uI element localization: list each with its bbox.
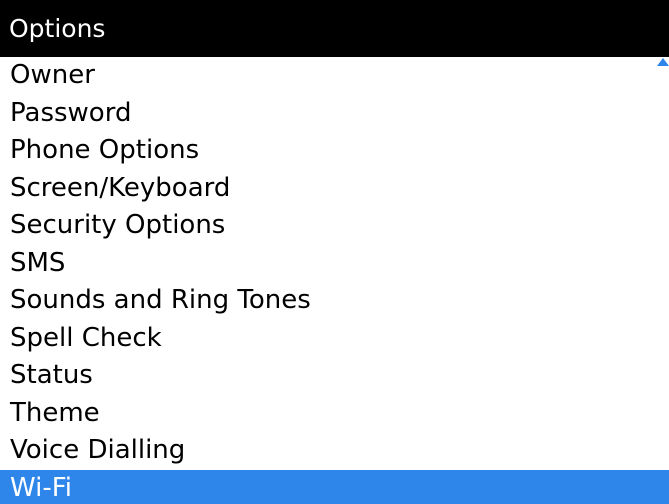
scroll-up-icon [657, 58, 669, 66]
list-item-screen-keyboard[interactable]: Screen/Keyboard [0, 170, 669, 208]
list-item-owner[interactable]: Owner [0, 57, 669, 95]
list-item-theme[interactable]: Theme [0, 395, 669, 433]
options-screen: Options Owner Password Phone Options Scr… [0, 0, 669, 504]
list-item-sounds-ring-tones[interactable]: Sounds and Ring Tones [0, 282, 669, 320]
page-title: Options [9, 14, 106, 43]
options-list: Owner Password Phone Options Screen/Keyb… [0, 57, 669, 504]
list-item-security-options[interactable]: Security Options [0, 207, 669, 245]
list-item-wi-fi-selected[interactable]: Wi-Fi [0, 469, 669, 504]
list-item-phone-options[interactable]: Phone Options [0, 132, 669, 170]
list-item-password[interactable]: Password [0, 95, 669, 133]
list-item-sms[interactable]: SMS [0, 245, 669, 283]
list-item-voice-dialling[interactable]: Voice Dialling [0, 432, 669, 470]
title-bar: Options [0, 0, 669, 57]
list-item-status[interactable]: Status [0, 357, 669, 395]
list-item-spell-check[interactable]: Spell Check [0, 320, 669, 358]
